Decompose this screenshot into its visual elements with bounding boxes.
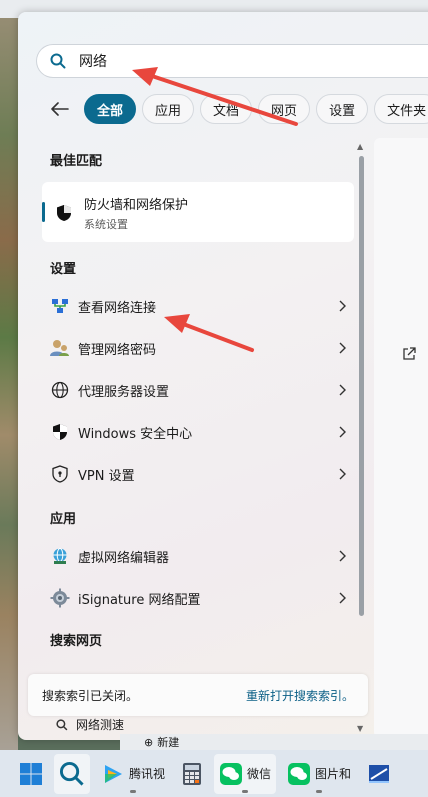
settings-item[interactable]: 代理服务器设置 xyxy=(42,371,354,409)
new-button[interactable]: ⊕ 新建 xyxy=(144,734,179,750)
search-input[interactable] xyxy=(79,53,379,69)
wechat-icon xyxy=(220,762,243,785)
tencent-video-taskbar[interactable]: 腾讯视 xyxy=(96,754,170,794)
search-taskbar-button[interactable] xyxy=(54,753,90,794)
tab-documents[interactable]: 文档 xyxy=(200,94,253,124)
best-match-title: 防火墙和网络保护 xyxy=(84,198,189,213)
calculator-taskbar[interactable] xyxy=(176,754,208,794)
taskbar: 腾讯视 微信 图片和 xyxy=(0,750,428,797)
search-icon xyxy=(56,718,68,730)
settings-item[interactable]: VPN 设置 xyxy=(42,455,354,493)
plus-icon: ⊕ xyxy=(144,735,154,749)
photos-taskbar[interactable]: 图片和 xyxy=(282,754,356,794)
shield-icon xyxy=(56,204,72,226)
globe-icon xyxy=(42,381,78,399)
app-item[interactable]: iSignature 网络配置 xyxy=(42,579,354,617)
explorer-toolbar-strip: ⊕ 新建 xyxy=(120,734,428,750)
new-label: 新建 xyxy=(157,736,180,749)
app-item-label: 虚拟网络编辑器 xyxy=(78,550,170,566)
settings-item[interactable]: Windows 安全中心 xyxy=(42,413,354,451)
wechat-taskbar[interactable]: 微信 xyxy=(214,753,277,794)
chevron-right-icon[interactable] xyxy=(330,342,354,354)
app-item[interactable]: 虚拟网络编辑器 xyxy=(42,537,354,575)
scroll-up-icon[interactable]: ▲ xyxy=(357,142,363,151)
app-item-label: iSignature 网络配置 xyxy=(78,592,201,608)
tab-all[interactable]: 全部 xyxy=(84,94,137,124)
running-indicator xyxy=(130,789,136,793)
calculator-icon xyxy=(183,762,202,785)
settings-item-label: 管理网络密码 xyxy=(78,342,157,358)
settings-item-label: VPN 设置 xyxy=(78,468,135,484)
section-settings: 设置 xyxy=(50,262,77,277)
chevron-right-icon[interactable] xyxy=(330,300,354,312)
reopen-index-link[interactable]: 重新打开搜索索引。 xyxy=(246,687,354,704)
shield-icon xyxy=(42,423,78,441)
web-result-label: 网络测速 xyxy=(76,718,125,732)
scroll-down-icon[interactable]: ▼ xyxy=(357,724,363,733)
running-indicator xyxy=(242,789,249,793)
section-best-match: 最佳匹配 xyxy=(50,154,103,169)
search-icon xyxy=(59,761,84,786)
globe-network-icon xyxy=(42,547,78,565)
tab-settings[interactable]: 设置 xyxy=(316,94,369,124)
best-match-item[interactable]: 防火墙和网络保护 系统设置 xyxy=(42,182,354,242)
taskbar-label: 腾讯视 xyxy=(129,767,166,781)
tab-apps[interactable]: 应用 xyxy=(142,94,195,124)
chevron-right-icon[interactable] xyxy=(330,384,354,396)
best-match-subtitle: 系统设置 xyxy=(84,218,128,231)
network-connections-icon xyxy=(42,297,78,315)
gear-icon xyxy=(42,588,78,608)
vpn-shield-icon xyxy=(42,465,78,483)
section-apps: 应用 xyxy=(50,512,77,527)
web-result-item[interactable]: 网络测速 xyxy=(56,716,124,733)
open-external-icon[interactable] xyxy=(402,346,416,365)
search-icon xyxy=(37,53,79,69)
search-index-notice: 搜索索引已关闭。 重新打开搜索索引。 xyxy=(28,674,368,716)
selection-indicator xyxy=(42,202,45,222)
desktop-wallpaper xyxy=(0,0,18,750)
taskbar-label: 微信 xyxy=(247,767,272,781)
taskbar-label: 图片和 xyxy=(315,767,352,781)
results-list: 最佳匹配 防火墙和网络保护 系统设置 设置 查看网络连接 管理网络密码 代理服务… xyxy=(36,140,376,728)
app-taskbar[interactable] xyxy=(362,754,396,794)
settings-item-label: Windows 安全中心 xyxy=(78,426,193,442)
chevron-right-icon[interactable] xyxy=(330,592,354,604)
settings-item[interactable]: 管理网络密码 xyxy=(42,329,354,367)
settings-item-label: 代理服务器设置 xyxy=(78,384,170,400)
running-indicator xyxy=(316,789,323,793)
notice-text: 搜索索引已关闭。 xyxy=(42,688,139,703)
search-box[interactable] xyxy=(36,44,428,78)
chevron-right-icon[interactable] xyxy=(330,426,354,438)
wechat-icon xyxy=(288,762,311,785)
chevron-right-icon[interactable] xyxy=(330,550,354,562)
windows-start-icon xyxy=(20,762,42,785)
results-scrollbar[interactable]: ▲ ▼ xyxy=(356,140,368,736)
filter-tabs: 全部 应用 文档 网页 设置 文件夹 xyxy=(42,93,428,125)
detail-pane xyxy=(374,138,428,738)
start-button[interactable] xyxy=(14,754,48,794)
tencent-video-icon xyxy=(105,764,122,783)
chevron-right-icon[interactable] xyxy=(330,468,354,480)
tab-folders[interactable]: 文件夹 xyxy=(374,94,428,124)
users-key-icon xyxy=(42,339,78,357)
tab-web[interactable]: 网页 xyxy=(258,94,311,124)
section-web: 搜索网页 xyxy=(50,634,103,649)
app-icon xyxy=(369,764,390,783)
settings-item-label: 查看网络连接 xyxy=(78,300,157,316)
back-arrow-icon[interactable] xyxy=(42,93,78,125)
settings-item[interactable]: 查看网络连接 xyxy=(42,287,354,325)
scroll-thumb[interactable] xyxy=(359,156,364,616)
